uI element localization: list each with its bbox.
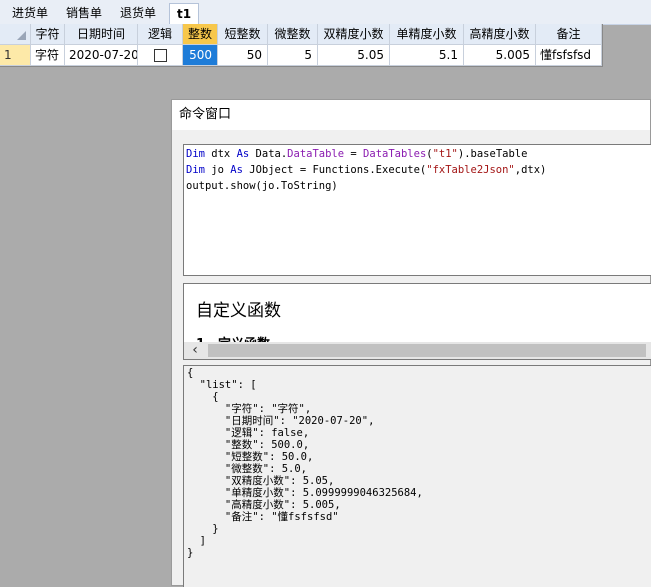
scroll-left-arrow-icon[interactable]: ‹ bbox=[184, 342, 206, 359]
output-line: "逻辑": false, bbox=[187, 427, 310, 439]
code-token: Dim bbox=[186, 164, 205, 176]
code-token: As bbox=[230, 164, 243, 176]
document-tab-bar: 进货单 销售单 退货单 t1 bbox=[0, 0, 651, 25]
scrollbar-thumb[interactable] bbox=[208, 344, 646, 357]
tab-t1[interactable]: t1 bbox=[169, 3, 200, 25]
cell-integer[interactable]: 500 bbox=[183, 45, 218, 66]
output-line: "字符": "字符", bbox=[187, 403, 312, 415]
code-token: "fxTable2Json" bbox=[426, 164, 515, 176]
cell-datetime[interactable]: 2020-07-20 bbox=[65, 45, 138, 66]
code-line[interactable]: Dim dtx As Data.DataTable = DataTables("… bbox=[186, 146, 651, 162]
help-horizontal-scrollbar[interactable]: ‹ bbox=[184, 342, 651, 359]
code-token: DataTable bbox=[287, 148, 345, 160]
output-line: "短整数": 50.0, bbox=[187, 451, 314, 463]
code-token: DataTables bbox=[363, 148, 427, 160]
tab-sales-order[interactable]: 销售单 bbox=[59, 3, 109, 24]
help-title: 自定义函数 bbox=[196, 301, 281, 321]
column-header-datetime[interactable]: 日期时间 bbox=[65, 24, 138, 45]
code-token: = bbox=[344, 148, 364, 160]
code-token: JObject = Functions.Execute( bbox=[242, 164, 427, 176]
output-line: "整数": 500.0, bbox=[187, 439, 310, 451]
column-header-double[interactable]: 双精度小数 bbox=[318, 24, 390, 45]
code-token: dtx bbox=[204, 148, 237, 160]
output-line: } bbox=[187, 547, 194, 559]
cell-double[interactable]: 5.05 bbox=[318, 45, 390, 66]
output-line: "日期时间": "2020-07-20", bbox=[187, 415, 375, 427]
row-number[interactable]: 1 bbox=[0, 45, 31, 66]
code-editor[interactable]: Dim dtx As Data.DataTable = DataTables("… bbox=[183, 144, 651, 276]
code-token: "t1" bbox=[432, 148, 458, 160]
window-title[interactable]: 命令窗口 bbox=[172, 100, 650, 130]
output-line: "双精度小数": 5.05, bbox=[187, 475, 335, 487]
output-line: ] bbox=[187, 535, 206, 547]
code-text[interactable]: Dim dtx As Data.DataTable = DataTables("… bbox=[184, 145, 651, 194]
column-header-char[interactable]: 字符 bbox=[31, 24, 65, 45]
output-line: } bbox=[187, 523, 219, 535]
code-token: ,dtx) bbox=[514, 164, 547, 176]
tab-purchase-order[interactable]: 进货单 bbox=[5, 3, 55, 24]
cell-char[interactable]: 字符 bbox=[31, 45, 65, 66]
table-row[interactable]: 1 字符 2020-07-20 500 50 5 5.05 5.1 5.005 … bbox=[0, 45, 602, 66]
output-line: "高精度小数": 5.005, bbox=[187, 499, 341, 511]
cell-short-integer[interactable]: 50 bbox=[218, 45, 268, 66]
grid-corner[interactable] bbox=[0, 24, 31, 45]
cell-logic[interactable] bbox=[138, 45, 183, 66]
output-line: "备注": "懂fsfsfsd" bbox=[187, 511, 339, 523]
data-grid: 字符 日期时间 逻辑 整数 短整数 微整数 双精度小数 单精度小数 高精度小数 … bbox=[0, 24, 603, 67]
output-line: "微整数": 5.0, bbox=[187, 463, 308, 475]
command-window: 命令窗口 Dim dtx As Data.DataTable = DataTab… bbox=[171, 99, 651, 587]
cell-decimal[interactable]: 5.005 bbox=[464, 45, 536, 66]
output-line: "list": [ bbox=[187, 379, 257, 391]
code-line[interactable]: output.show(jo.ToString) bbox=[186, 178, 651, 194]
code-line[interactable]: Dim jo As JObject = Functions.Execute("f… bbox=[186, 162, 651, 178]
output-text: { "list": [ { "字符": "字符", "日期时间": "2020-… bbox=[184, 366, 651, 559]
tab-return-order[interactable]: 退货单 bbox=[113, 3, 163, 24]
column-header-integer[interactable]: 整数 bbox=[183, 24, 218, 45]
column-header-remark[interactable]: 备注 bbox=[536, 24, 602, 45]
output-panel: { "list": [ { "字符": "字符", "日期时间": "2020-… bbox=[183, 365, 651, 587]
output-line: { bbox=[187, 367, 194, 379]
cell-remark[interactable]: 懂fsfsfsd bbox=[536, 45, 602, 66]
select-all-icon bbox=[17, 31, 26, 40]
cell-single[interactable]: 5.1 bbox=[390, 45, 464, 66]
column-header-decimal[interactable]: 高精度小数 bbox=[464, 24, 536, 45]
column-header-tiny-integer[interactable]: 微整数 bbox=[268, 24, 318, 45]
code-token: Data. bbox=[249, 148, 288, 160]
cell-tiny-integer[interactable]: 5 bbox=[268, 45, 318, 66]
code-token: jo bbox=[204, 164, 231, 176]
code-token: Dim bbox=[186, 148, 205, 160]
column-header-single[interactable]: 单精度小数 bbox=[390, 24, 464, 45]
logic-checkbox[interactable] bbox=[153, 49, 167, 62]
column-header-logic[interactable]: 逻辑 bbox=[138, 24, 183, 45]
code-token: output.show(jo.ToString) bbox=[186, 180, 338, 192]
column-header-short-integer[interactable]: 短整数 bbox=[218, 24, 268, 45]
output-line: { bbox=[187, 391, 219, 403]
output-line: "单精度小数": 5.0999999046325684, bbox=[187, 487, 423, 499]
grid-header-row: 字符 日期时间 逻辑 整数 短整数 微整数 双精度小数 单精度小数 高精度小数 … bbox=[0, 24, 602, 45]
code-token: As bbox=[236, 148, 250, 160]
code-token: ).baseTable bbox=[457, 148, 528, 160]
